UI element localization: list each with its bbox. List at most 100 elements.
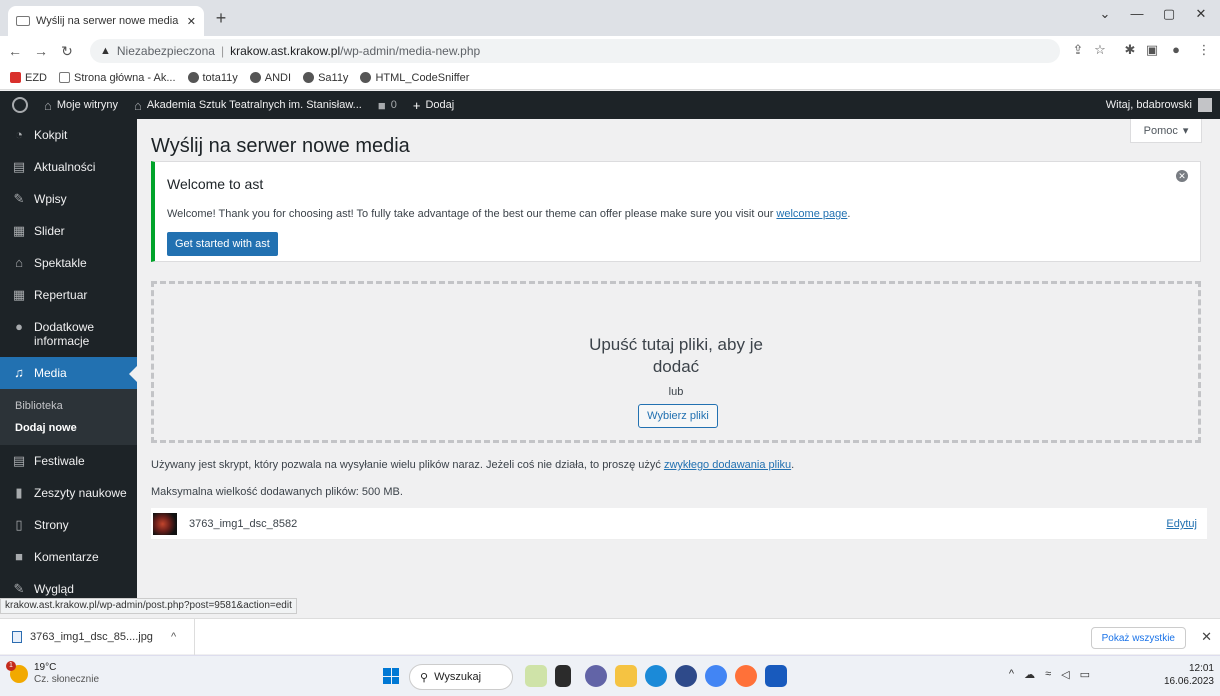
- calendar-icon: ▦: [12, 287, 26, 302]
- dropzone-or: lub: [668, 386, 684, 398]
- edge-icon[interactable]: [645, 665, 667, 687]
- browser-tab[interactable]: Wyślij na serwer nowe media ‹ Ak ✕: [8, 6, 204, 36]
- close-downloads-icon[interactable]: ✕: [1201, 629, 1212, 645]
- sidebar-item-aktualnosci[interactable]: ▤ Aktualności: [0, 151, 137, 183]
- image-file-icon: [12, 630, 22, 643]
- chat-app-icon[interactable]: [585, 665, 607, 687]
- system-clock[interactable]: 12:01 16.06.2023: [1164, 662, 1214, 688]
- uploader-info-text: Używany jest skrypt, który pozwala na wy…: [151, 459, 664, 471]
- tab-title: Wyślij na serwer nowe media ‹ Ak: [36, 15, 181, 27]
- widgets-app-icon[interactable]: [525, 665, 547, 687]
- profile-icon[interactable]: ●: [1166, 42, 1186, 57]
- minimize-button[interactable]: —: [1122, 6, 1152, 21]
- chrome-icon[interactable]: [705, 665, 727, 687]
- clock-date: 16.06.2023: [1163, 676, 1214, 687]
- taskbar-search[interactable]: ⚲ Wyszukaj: [409, 664, 513, 690]
- chevron-up-icon[interactable]: ^: [1009, 668, 1014, 681]
- comments-menu[interactable]: ■ 0: [370, 91, 405, 119]
- my-sites-menu[interactable]: ⌂ Moje witryny: [36, 91, 126, 119]
- wordpress-logo-icon: [12, 97, 28, 113]
- dropzone-title: Upuść tutaj pliki, aby je dodać: [154, 334, 1198, 378]
- comment-icon: ■: [377, 97, 386, 113]
- bookmark-strona-glowna[interactable]: Strona główna - Ak...: [59, 72, 176, 84]
- back-icon[interactable]: ←: [4, 43, 26, 59]
- browser-uploader-link[interactable]: zwykłego dodawania pliku: [664, 459, 791, 471]
- tab-search-icon[interactable]: ⌄: [1090, 6, 1120, 22]
- clock-time: 12:01: [1188, 663, 1214, 674]
- sidebar-item-strony[interactable]: ▯ Strony: [0, 509, 137, 541]
- app-icon[interactable]: [675, 665, 697, 687]
- bookmark-tota11y[interactable]: tota11y: [187, 72, 238, 84]
- sidepanel-icon[interactable]: ▣: [1142, 42, 1162, 58]
- sidebar-item-spektakle[interactable]: ⌂ Spektakle: [0, 247, 137, 279]
- volume-icon[interactable]: ◁: [1061, 668, 1069, 681]
- tab-close-icon[interactable]: ✕: [187, 15, 196, 28]
- globe-icon: [249, 72, 261, 83]
- sidebar-item-komentarze[interactable]: ■ Komentarze: [0, 541, 137, 573]
- sidebar-item-label: Kokpit: [34, 128, 68, 142]
- show-all-downloads-button[interactable]: Pokaż wszystkie: [1090, 627, 1186, 649]
- edit-media-link[interactable]: Edytuj: [1166, 518, 1197, 530]
- sidebar-item-zeszyty-naukowe[interactable]: ▮ Zeszyty naukowe: [0, 477, 137, 509]
- get-started-button[interactable]: Get started with ast: [167, 232, 278, 256]
- news-icon: ▤: [12, 159, 26, 174]
- task-view-icon[interactable]: [555, 665, 571, 687]
- chevron-up-icon[interactable]: ^: [171, 631, 176, 643]
- extensions-icon[interactable]: ✱: [1120, 42, 1140, 58]
- system-tray: ^ ☁ ≈ ◁ ▭: [1009, 668, 1090, 681]
- security-status: Niezabezpieczona: [116, 44, 215, 58]
- sidebar-item-dodatkowe-informacje[interactable]: ● Dodatkowe informacje: [0, 311, 137, 357]
- new-content-label: Dodaj: [425, 99, 455, 111]
- sidebar-item-wpisy[interactable]: ✎ Wpisy: [0, 183, 137, 215]
- maximize-button[interactable]: ▢: [1154, 6, 1184, 22]
- file-explorer-icon[interactable]: [615, 665, 637, 687]
- help-tab-button[interactable]: Pomoc ▾: [1130, 119, 1202, 143]
- site-name-menu[interactable]: ⌂ Akademia Sztuk Teatralnych im. Stanisła…: [126, 91, 370, 119]
- share-icon[interactable]: ⇪: [1068, 42, 1088, 58]
- submenu-item-dodaj-nowe[interactable]: Dodaj nowe: [0, 417, 137, 439]
- media-icon: ♫: [14, 365, 24, 380]
- site-name-label: Akademia Sztuk Teatralnych im. Stanisław…: [146, 99, 362, 111]
- sidebar-item-kokpit[interactable]: ◔ Kokpit: [0, 119, 137, 151]
- sidebar-item-media[interactable]: ♫ Media: [0, 357, 137, 389]
- reload-icon[interactable]: ↻: [56, 43, 78, 60]
- dismiss-icon[interactable]: ✕: [1176, 170, 1188, 182]
- new-tab-button[interactable]: +: [210, 8, 232, 29]
- battery-icon[interactable]: ▭: [1080, 668, 1090, 681]
- address-bar[interactable]: ▲ Niezabezpieczona | krakow.ast.krakow.p…: [90, 39, 1060, 63]
- notice-title: Welcome to ast: [167, 176, 264, 192]
- download-item[interactable]: 3763_img1_dsc_85....jpg ^: [0, 618, 195, 655]
- sidebar-item-slider[interactable]: ▦ Slider: [0, 215, 137, 247]
- close-window-button[interactable]: ✕: [1186, 6, 1216, 22]
- windows-start-icon[interactable]: [383, 668, 399, 684]
- new-content-menu[interactable]: + Dodaj: [405, 91, 462, 119]
- welcome-page-link[interactable]: welcome page: [776, 208, 847, 220]
- bookmark-star-icon[interactable]: ☆: [1090, 42, 1110, 58]
- firefox-icon[interactable]: [735, 665, 757, 687]
- sidebar-item-label: Wygląd: [34, 582, 74, 596]
- wp-logo-menu[interactable]: [0, 91, 36, 119]
- bookmark-andi[interactable]: ANDI: [249, 72, 291, 84]
- wifi-icon[interactable]: ≈: [1045, 668, 1051, 681]
- onedrive-icon[interactable]: ☁: [1024, 668, 1035, 681]
- word-icon[interactable]: [765, 665, 787, 687]
- url-separator: |: [220, 44, 225, 58]
- upload-dropzone[interactable]: Upuść tutaj pliki, aby je dodać lub Wybi…: [151, 281, 1201, 443]
- forward-icon[interactable]: →: [30, 43, 52, 59]
- bookmark-ezd[interactable]: EZD: [10, 72, 47, 84]
- warning-icon[interactable]: ▲: [100, 45, 111, 57]
- account-menu[interactable]: Witaj, bdabrowski: [1106, 91, 1212, 119]
- news-icon: ▤: [12, 453, 26, 468]
- submenu-item-biblioteka[interactable]: Biblioteka: [0, 395, 137, 417]
- bookmark-html-codesniffer[interactable]: HTML_CodeSniffer: [360, 72, 469, 84]
- sidebar-item-festiwale[interactable]: ▤ Festiwale: [0, 445, 137, 477]
- globe-icon: [187, 72, 199, 83]
- sidebar-item-label: Aktualności: [34, 160, 96, 174]
- menu-icon[interactable]: ⋮: [1194, 42, 1214, 58]
- sidebar-item-repertuar[interactable]: ▦ Repertuar: [0, 279, 137, 311]
- status-url: krakow.ast.krakow.pl/wp-admin/post.php?p…: [0, 598, 297, 614]
- weather-widget[interactable]: 1 19°C Cz. słonecznie: [6, 661, 99, 686]
- select-files-button[interactable]: Wybierz pliki: [638, 404, 718, 428]
- bookmark-sa11y[interactable]: Sa11y: [303, 72, 348, 84]
- sidebar-item-label: Media: [34, 366, 67, 380]
